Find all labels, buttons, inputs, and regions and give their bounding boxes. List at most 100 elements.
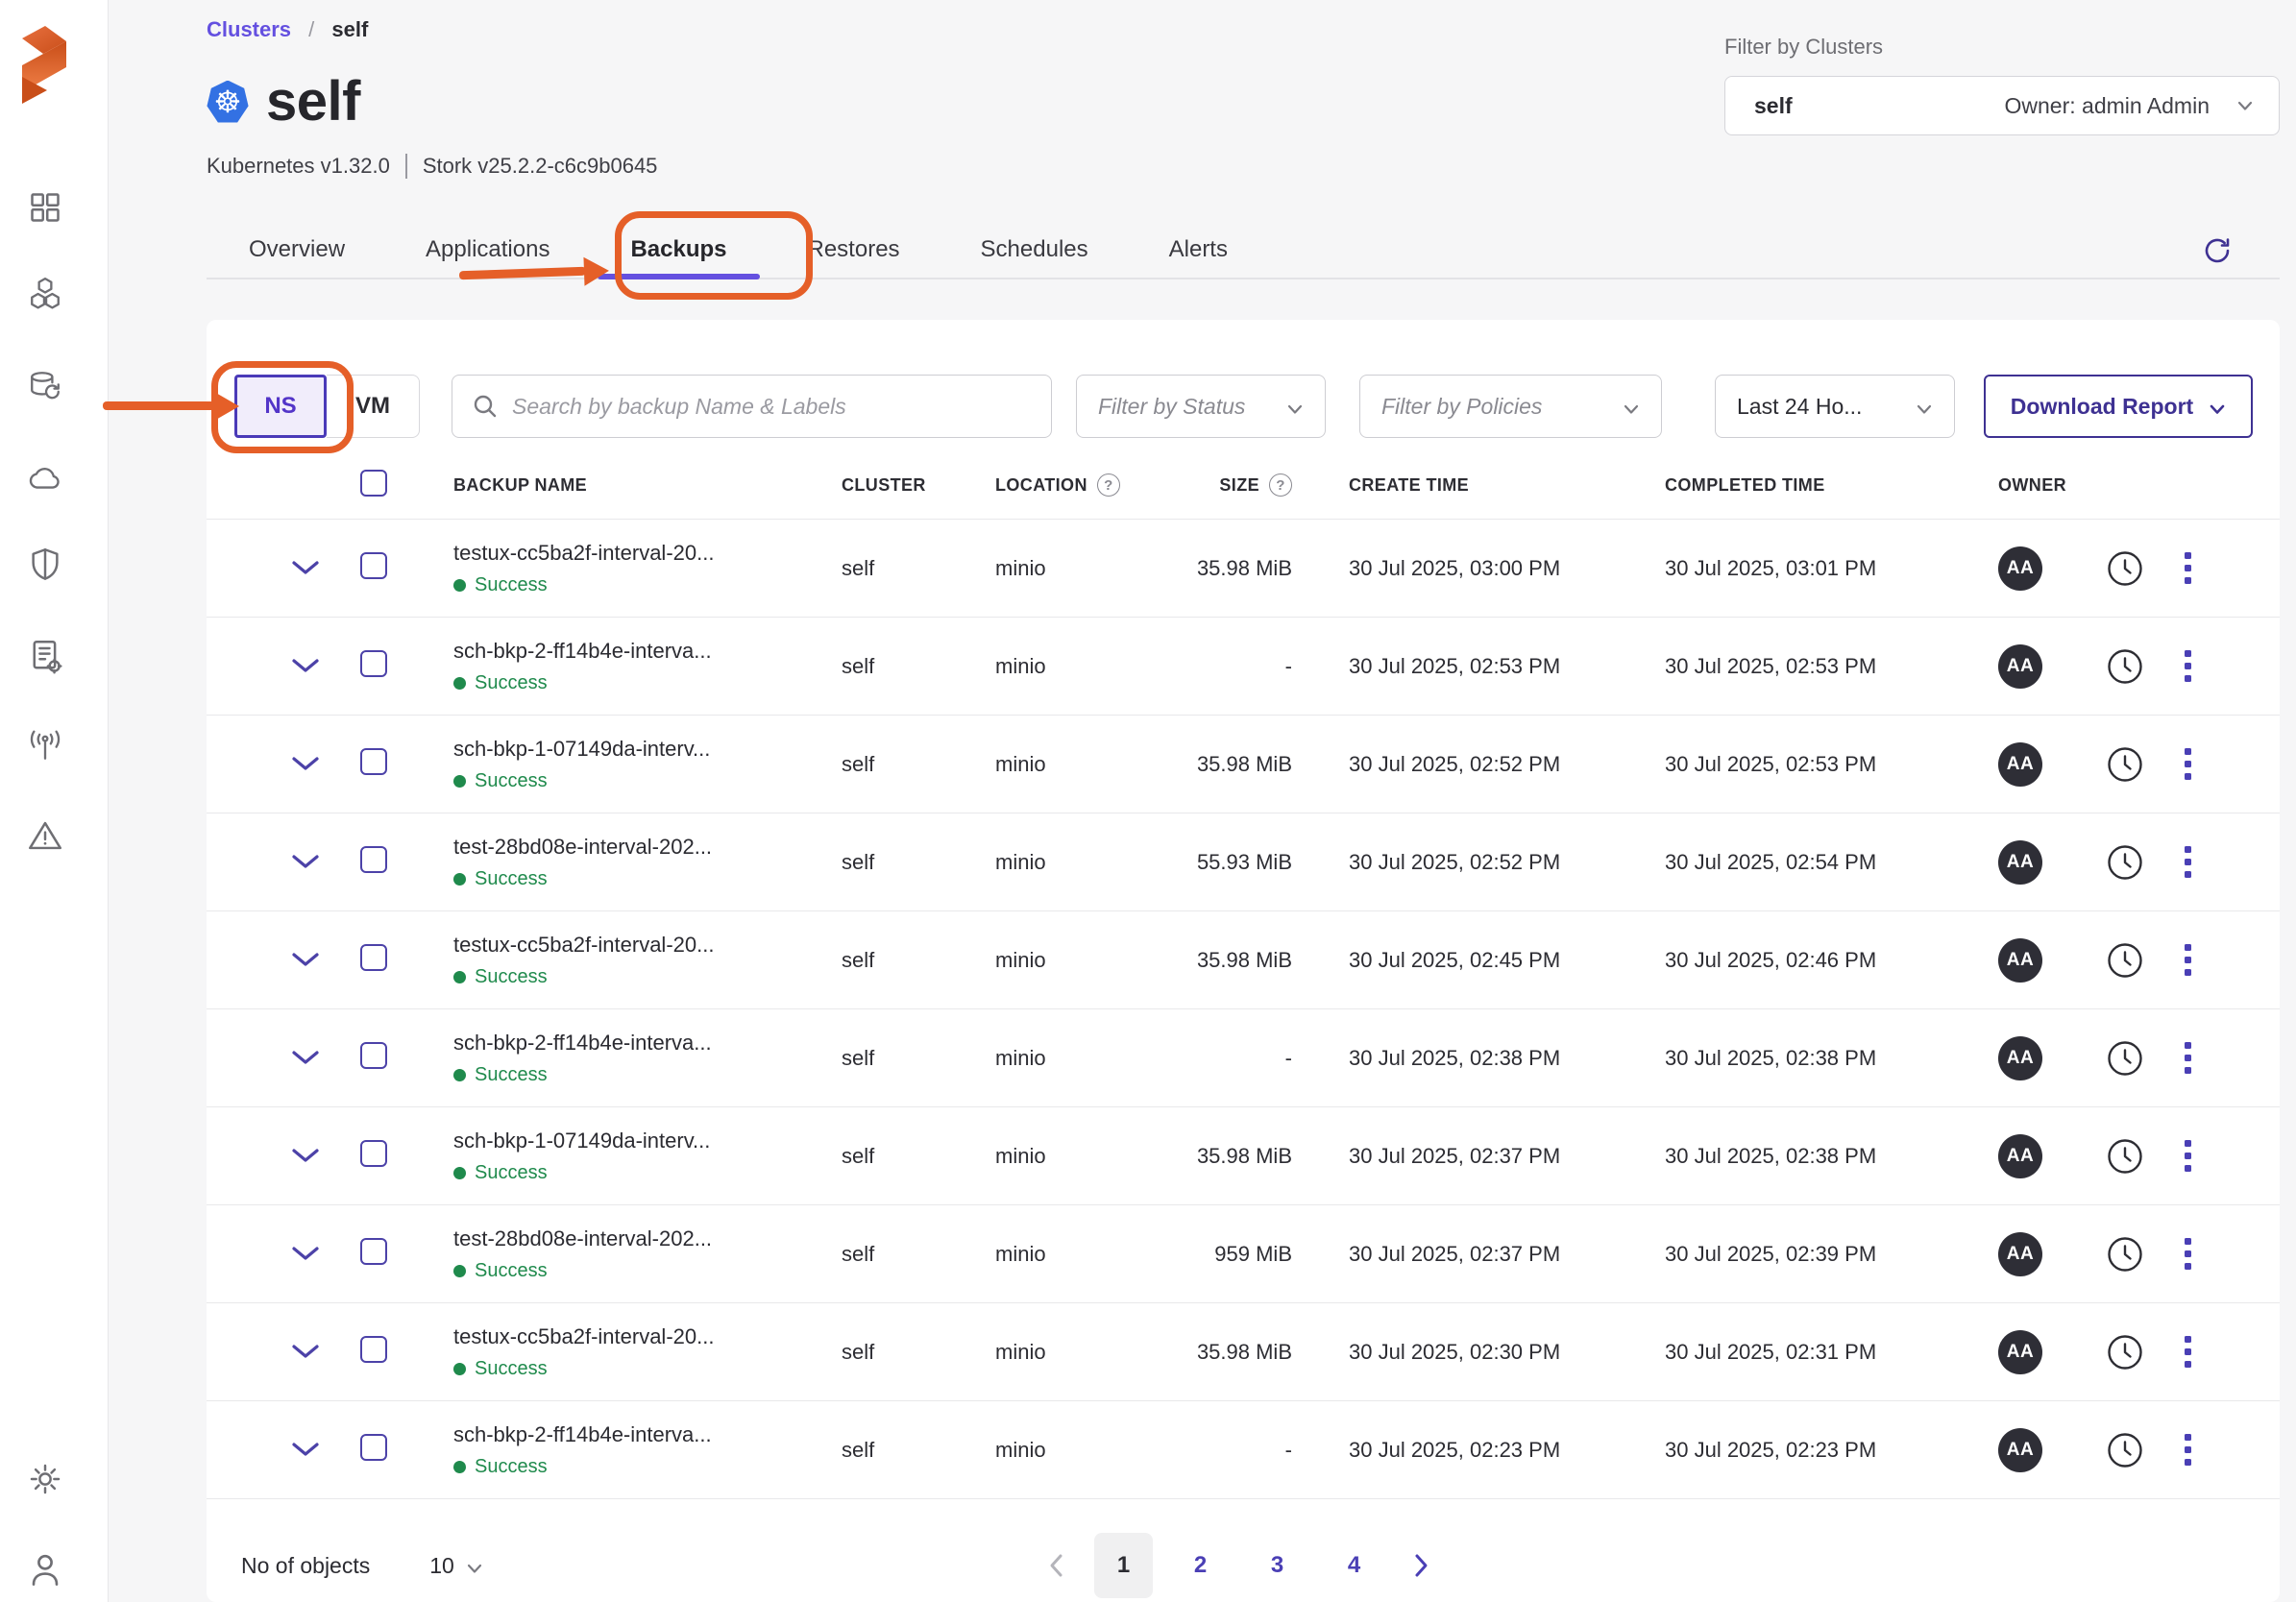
page-button[interactable]: 1	[1094, 1533, 1153, 1598]
col-cluster: CLUSTER	[814, 475, 967, 496]
tab[interactable]: Overview	[249, 221, 345, 278]
breadcrumb-clusters-link[interactable]: Clusters	[207, 17, 291, 41]
expand-row-chevron-icon[interactable]	[291, 658, 320, 673]
applications-cubes-icon[interactable]	[28, 277, 62, 311]
col-backup-name[interactable]: BACKUP NAME	[426, 475, 814, 496]
clock-icon[interactable]	[2107, 1236, 2143, 1273]
backup-name[interactable]: testux-cc5ba2f-interval-20...	[453, 933, 814, 958]
expand-row-chevron-icon[interactable]	[291, 1442, 320, 1457]
row-checkbox[interactable]	[360, 552, 387, 579]
tab[interactable]: Backups	[630, 221, 726, 278]
backup-name[interactable]: testux-cc5ba2f-interval-20...	[453, 1324, 814, 1349]
expand-row-chevron-icon[interactable]	[291, 756, 320, 771]
table-body: testux-cc5ba2f-interval-20... Success se…	[207, 519, 2280, 1499]
backup-restore-database-icon[interactable]	[28, 369, 62, 403]
backup-name[interactable]: test-28bd08e-interval-202...	[453, 1226, 814, 1251]
page-button[interactable]: 2	[1171, 1533, 1230, 1598]
refresh-icon[interactable]	[2199, 232, 2235, 269]
shield-icon[interactable]	[28, 547, 62, 582]
backup-name[interactable]: test-28bd08e-interval-202...	[453, 835, 814, 860]
row-menu-kebab-icon[interactable]	[2181, 1136, 2195, 1176]
row-menu-kebab-icon[interactable]	[2181, 1430, 2195, 1469]
clock-icon[interactable]	[2107, 1040, 2143, 1077]
tab[interactable]: Restores	[808, 221, 900, 278]
row-menu-kebab-icon[interactable]	[2181, 842, 2195, 882]
filter-by-policies-select[interactable]: Filter by Policies	[1359, 375, 1662, 438]
clock-icon[interactable]	[2107, 1334, 2143, 1371]
time-range-select[interactable]: Last 24 Ho...	[1715, 375, 1955, 438]
backup-name[interactable]: sch-bkp-2-ff14b4e-interva...	[453, 1031, 814, 1056]
expand-row-chevron-icon[interactable]	[291, 854, 320, 869]
status-dot-icon	[453, 775, 466, 788]
row-menu-kebab-icon[interactable]	[2181, 548, 2195, 588]
clock-icon[interactable]	[2107, 1432, 2143, 1468]
clock-icon[interactable]	[2107, 648, 2143, 685]
create-time-cell: 30 Jul 2025, 02:53 PM	[1292, 654, 1609, 679]
location-help-icon[interactable]: ?	[1097, 473, 1120, 497]
download-report-button[interactable]: Download Report	[1984, 375, 2253, 438]
previous-page-chevron-icon[interactable]	[1038, 1546, 1076, 1585]
ns-toggle-button[interactable]: NS	[234, 375, 327, 438]
tab[interactable]: Applications	[426, 221, 550, 278]
broadcast-antenna-icon[interactable]	[28, 728, 62, 763]
clock-icon[interactable]	[2107, 746, 2143, 783]
row-menu-kebab-icon[interactable]	[2181, 1038, 2195, 1078]
location-cell: minio	[967, 556, 1136, 581]
rules-document-gear-icon[interactable]	[28, 640, 62, 674]
portworx-logo-icon[interactable]	[12, 12, 74, 104]
expand-row-chevron-icon[interactable]	[291, 560, 320, 575]
col-size: SIZE ?	[1136, 473, 1292, 497]
expand-row-chevron-icon[interactable]	[291, 952, 320, 967]
page-button[interactable]: 3	[1248, 1533, 1307, 1598]
clock-icon[interactable]	[2107, 844, 2143, 881]
vm-toggle-button[interactable]: VM	[327, 375, 420, 438]
clock-icon[interactable]	[2107, 550, 2143, 587]
page-size-select[interactable]: 10	[429, 1553, 483, 1579]
tab[interactable]: Alerts	[1169, 221, 1228, 278]
dashboard-grid-icon[interactable]	[28, 190, 62, 225]
clock-icon[interactable]	[2107, 1138, 2143, 1175]
clock-icon[interactable]	[2107, 942, 2143, 979]
cluster-select[interactable]: self Owner: admin Admin	[1724, 76, 2280, 135]
backup-name[interactable]: sch-bkp-2-ff14b4e-interva...	[453, 1422, 814, 1447]
row-menu-kebab-icon[interactable]	[2181, 744, 2195, 784]
expand-row-chevron-icon[interactable]	[291, 1246, 320, 1261]
status-text: Success	[475, 1260, 548, 1282]
kubernetes-icon: ☸	[207, 81, 249, 123]
row-checkbox[interactable]	[360, 748, 387, 775]
row-menu-kebab-icon[interactable]	[2181, 1332, 2195, 1371]
ns-vm-toggle: NS VM	[234, 375, 420, 438]
size-help-icon[interactable]: ?	[1269, 473, 1292, 497]
row-checkbox[interactable]	[360, 1140, 387, 1167]
table-row: test-28bd08e-interval-202... Success sel…	[207, 813, 2280, 910]
tab[interactable]: Schedules	[981, 221, 1088, 278]
row-checkbox[interactable]	[360, 1434, 387, 1461]
expand-row-chevron-icon[interactable]	[291, 1344, 320, 1359]
expand-row-chevron-icon[interactable]	[291, 1148, 320, 1163]
profile-person-icon[interactable]	[28, 1552, 62, 1587]
row-checkbox[interactable]	[360, 846, 387, 873]
row-menu-kebab-icon[interactable]	[2181, 646, 2195, 686]
settings-gear-icon[interactable]	[28, 1462, 62, 1496]
backup-name[interactable]: testux-cc5ba2f-interval-20...	[453, 541, 814, 566]
backup-name[interactable]: sch-bkp-1-07149da-interv...	[453, 737, 814, 762]
row-checkbox[interactable]	[360, 1238, 387, 1265]
row-checkbox[interactable]	[360, 650, 387, 677]
owner-avatar: AA	[1998, 840, 2042, 885]
row-menu-kebab-icon[interactable]	[2181, 940, 2195, 980]
expand-row-chevron-icon[interactable]	[291, 1050, 320, 1065]
backup-status: Success	[453, 574, 814, 596]
select-all-checkbox[interactable]	[360, 470, 387, 497]
row-checkbox[interactable]	[360, 944, 387, 971]
backup-name[interactable]: sch-bkp-2-ff14b4e-interva...	[453, 639, 814, 664]
page-button[interactable]: 4	[1325, 1533, 1383, 1598]
search-input[interactable]	[512, 394, 1032, 420]
row-menu-kebab-icon[interactable]	[2181, 1234, 2195, 1274]
row-checkbox[interactable]	[360, 1042, 387, 1069]
next-page-chevron-icon[interactable]	[1402, 1546, 1440, 1585]
cloud-icon[interactable]	[28, 461, 62, 496]
filter-by-status-select[interactable]: Filter by Status	[1076, 375, 1326, 438]
backup-name[interactable]: sch-bkp-1-07149da-interv...	[453, 1129, 814, 1153]
alerts-warning-icon[interactable]	[28, 818, 62, 853]
row-checkbox[interactable]	[360, 1336, 387, 1363]
